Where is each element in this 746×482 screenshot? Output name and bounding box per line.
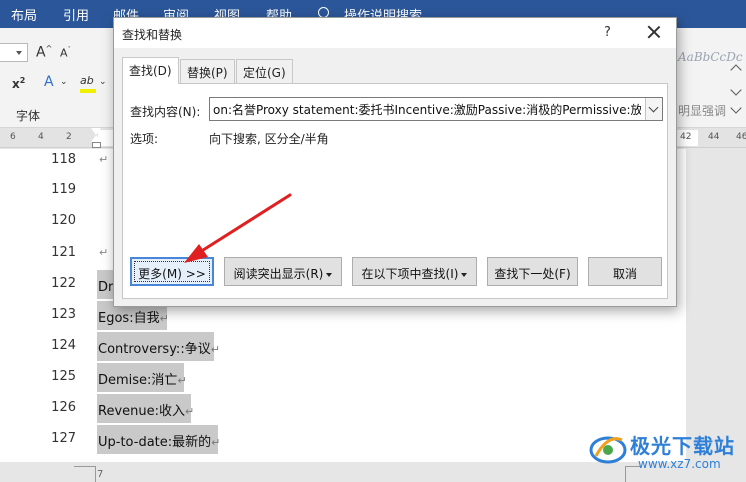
ruler-number: 6	[10, 132, 16, 142]
superscript-icon[interactable]: x2	[12, 76, 25, 91]
dialog-titlebar[interactable]: 查找和替换 ?	[114, 18, 676, 48]
line-number: 120	[51, 213, 76, 228]
find-what-combobox[interactable]	[209, 97, 663, 121]
find-what-input[interactable]	[210, 98, 644, 120]
reading-highlight-button[interactable]: 阅读突出显示(R)	[224, 257, 342, 286]
dropdown-caret-icon	[326, 272, 333, 277]
tab-find[interactable]: 查找(D)	[122, 57, 179, 84]
help-button[interactable]: ?	[604, 25, 611, 40]
watermark: 极光下载站 www.xz7.com	[588, 426, 744, 480]
line-number: 119	[51, 182, 76, 197]
indent-marker[interactable]	[91, 128, 102, 150]
watermark-logo-icon	[589, 436, 627, 464]
text-effects-icon[interactable]: A	[44, 74, 54, 90]
chevron-down-icon[interactable]	[730, 84, 742, 96]
page2-line-number: 7	[97, 469, 104, 480]
document-line-selected[interactable]: Up-to-date:最新的↵	[97, 425, 220, 454]
watermark-url: www.xz7.com	[638, 457, 721, 471]
style-intense-emphasis[interactable]: 明显强调	[678, 102, 726, 119]
font-size-dropdown[interactable]	[0, 43, 28, 62]
document-line-selected[interactable]: Revenue:收入↵	[97, 394, 194, 423]
line-number: 125	[51, 369, 76, 384]
grow-font-icon[interactable]: A^	[36, 44, 52, 61]
chevron-up-icon[interactable]	[730, 64, 742, 76]
cancel-button[interactable]: 取消	[588, 257, 662, 286]
ruler-number: 4	[38, 132, 44, 142]
highlight-color-icon[interactable]: ab	[80, 74, 96, 93]
ruler-number: 2	[66, 132, 72, 142]
tab-goto[interactable]: 定位(G)	[236, 59, 293, 83]
dropdown-caret-icon	[461, 272, 468, 277]
ruler-number: 44	[708, 132, 720, 142]
line-number: 126	[51, 400, 76, 415]
page-corner-mark	[74, 466, 96, 482]
ruler-number: 46	[736, 132, 746, 142]
paragraph-mark-icon: ↵	[99, 246, 109, 259]
find-panel: 查找内容(N): 选项: 向下搜索, 区分全/半角 更多(M) >> 阅读突出显…	[122, 83, 668, 299]
tab-references[interactable]: 引用	[63, 5, 89, 24]
find-replace-dialog[interactable]: 查找和替换 ? 查找(D) 替换(P) 定位(G) 查找内容(N): 选项: 向…	[113, 17, 677, 307]
document-line-selected[interactable]: Controversy::争议↵	[97, 332, 220, 361]
line-number: 121	[51, 245, 76, 260]
options-label: 选项:	[130, 132, 159, 146]
find-what-label: 查找内容(N):	[130, 105, 201, 119]
ruler-number: 42	[680, 132, 692, 142]
highlight-dropdown-icon[interactable]: ⌄	[99, 77, 107, 87]
font-group-label: 字体	[16, 109, 41, 123]
line-number: 118	[51, 152, 76, 167]
more-button[interactable]: 更多(M) >>	[130, 257, 214, 286]
line-number: 124	[51, 338, 76, 353]
paragraph-mark-icon: ↵	[99, 153, 109, 166]
chevron-down-icon[interactable]	[645, 98, 662, 120]
document-line-selected[interactable]: Demise:消亡↵	[97, 363, 187, 392]
tab-layout[interactable]: 布局	[11, 5, 37, 24]
find-in-button[interactable]: 在以下项中查找(I)	[352, 257, 477, 286]
line-number: 123	[51, 307, 76, 322]
options-value: 向下搜索, 区分全/半角	[209, 132, 329, 146]
line-number: 127	[51, 431, 76, 446]
close-icon[interactable]	[646, 24, 662, 40]
tab-replace[interactable]: 替换(P)	[180, 59, 235, 83]
style-gallery-scroll[interactable]	[729, 62, 743, 128]
dialog-title: 查找和替换	[122, 28, 183, 42]
find-next-button[interactable]: 查找下一处(F)	[487, 257, 578, 286]
line-number: 122	[51, 276, 76, 291]
watermark-name: 极光下载站	[630, 434, 735, 458]
more-styles-icon[interactable]	[730, 102, 742, 114]
text-effects-dropdown-icon[interactable]: ⌄	[60, 77, 68, 87]
shrink-font-icon[interactable]: Aˇ	[60, 46, 71, 60]
